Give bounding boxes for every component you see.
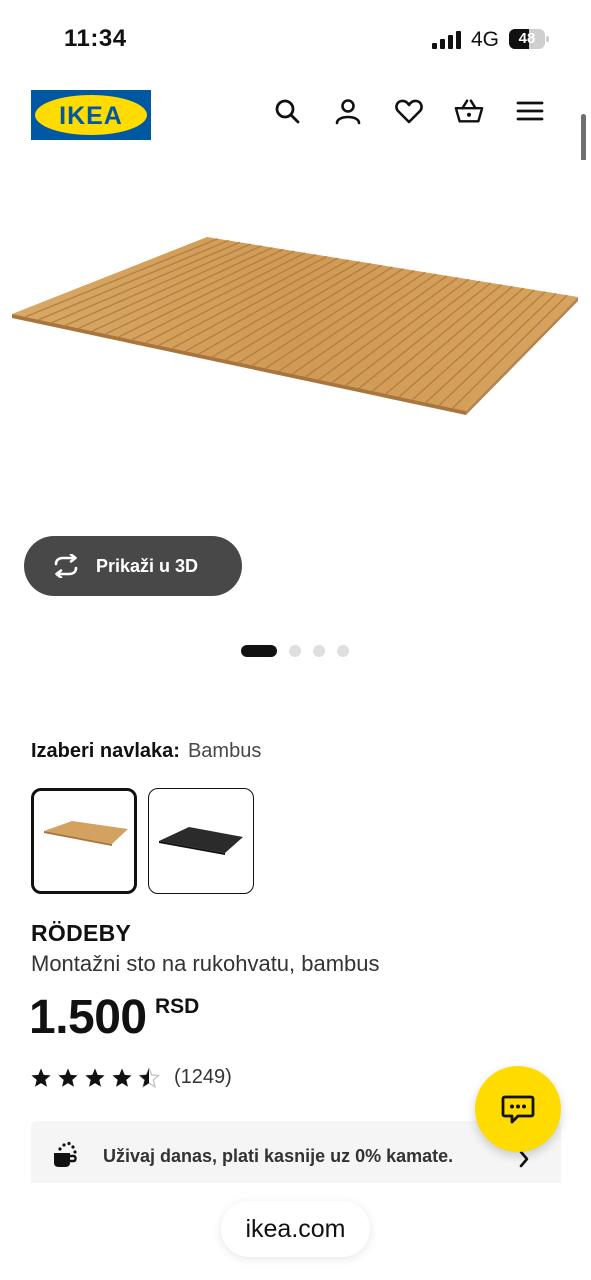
chevron-right-icon: [519, 1150, 529, 1168]
half-star-icon: [138, 1067, 160, 1089]
basket-icon[interactable]: [454, 96, 484, 126]
chat-support-button[interactable]: [475, 1066, 561, 1152]
site-header: IKEA: [0, 80, 591, 155]
menu-icon[interactable]: [515, 96, 545, 126]
variant-label: Izaberi navlaka:: [31, 740, 180, 762]
star-icon: [31, 1068, 51, 1087]
carousel-dots[interactable]: [241, 644, 349, 658]
carousel-dot[interactable]: [337, 645, 349, 657]
rating-stars[interactable]: [30, 1066, 160, 1090]
product-image-gallery[interactable]: [0, 160, 591, 540]
network-type: 4G: [471, 28, 500, 51]
carousel-dot[interactable]: [289, 645, 301, 657]
product-image: [12, 237, 578, 415]
variant-swatch-black[interactable]: [148, 788, 254, 894]
star-icon: [58, 1068, 78, 1087]
review-count[interactable]: (1249): [174, 1066, 232, 1089]
view-3d-label: Prikaži u 3D: [96, 555, 199, 576]
logo-text: IKEA: [59, 102, 123, 130]
view-3d-button[interactable]: Prikaži u 3D: [24, 536, 242, 596]
product-name: RÖDEBY: [31, 920, 132, 946]
rotate-3d-icon: [54, 554, 78, 578]
url-text: ikea.com: [245, 1214, 346, 1243]
variant-selected-value: Bambus: [187, 740, 262, 762]
battery-icon: 48: [509, 29, 549, 49]
signal-icon: [432, 31, 461, 49]
star-icon: [85, 1068, 105, 1087]
search-icon[interactable]: [272, 96, 302, 126]
variant-swatch-bamboo[interactable]: [31, 788, 137, 894]
status-bar: 11:34 4G 48: [0, 0, 591, 80]
status-time: 11:34: [64, 25, 127, 52]
product-price: 1.500: [29, 991, 147, 1044]
battery-level: 48: [518, 30, 536, 47]
star-icon: [112, 1068, 132, 1087]
variant-label-row: Izaberi navlaka: Bambus: [31, 740, 261, 763]
heart-icon[interactable]: [394, 96, 424, 126]
carousel-dot[interactable]: [241, 645, 277, 657]
installment-payment-icon: [54, 1141, 77, 1167]
product-description: Montažni sto na rukohvatu, bambus: [31, 951, 380, 976]
browser-url-bar[interactable]: ikea.com: [221, 1201, 370, 1257]
ikea-logo[interactable]: IKEA: [31, 90, 151, 140]
promo-text: Uživaj danas, plati kasnije uz 0% kamate…: [103, 1146, 454, 1166]
user-icon[interactable]: [333, 96, 363, 126]
price-currency: RSD: [155, 995, 200, 1018]
chat-bubble-icon: [501, 1095, 535, 1124]
carousel-dot[interactable]: [313, 645, 325, 657]
